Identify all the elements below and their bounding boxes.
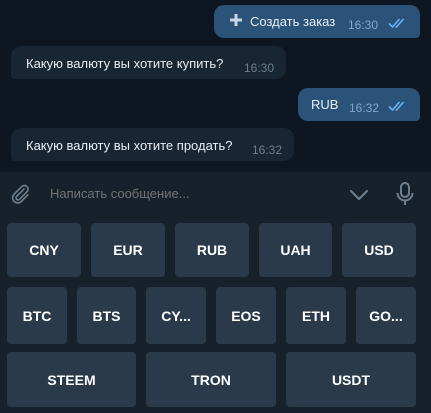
- key-go[interactable]: GO...: [356, 287, 416, 344]
- double-check-icon: [388, 101, 405, 112]
- message-text: Какую валюту вы хотите купить?: [26, 56, 224, 71]
- key-bts[interactable]: BTS: [77, 287, 136, 344]
- key-btc[interactable]: BTC: [7, 287, 67, 344]
- outgoing-message-rub[interactable]: RUB 16:32: [298, 88, 420, 121]
- outgoing-message-create-order[interactable]: Создать заказ 16:30: [214, 5, 420, 38]
- key-usdt[interactable]: USDT: [286, 352, 416, 407]
- plus-icon: [230, 14, 242, 26]
- key-tron[interactable]: TRON: [146, 352, 276, 407]
- message-time: 16:32: [349, 101, 380, 115]
- key-eos[interactable]: EOS: [216, 287, 276, 344]
- incoming-message-buy-question[interactable]: Какую валюту вы хотите купить? 16:30: [11, 46, 286, 79]
- message-text: Создать заказ: [250, 14, 336, 29]
- message-input[interactable]: [50, 186, 330, 201]
- message-time: 16:32: [252, 143, 283, 157]
- message-text: RUB: [311, 97, 339, 112]
- reply-keyboard: CNY EUR RUB UAH USD BTC BTS CY... EOS ET…: [0, 216, 431, 413]
- double-check-icon: [388, 18, 405, 29]
- key-steem[interactable]: STEEM: [7, 352, 136, 407]
- message-time: 16:30: [348, 18, 379, 32]
- incoming-message-sell-question[interactable]: Какую валюту вы хотите продать? 16:32: [11, 128, 294, 161]
- key-eth[interactable]: ETH: [286, 287, 346, 344]
- message-text: Какую валюту вы хотите продать?: [26, 138, 233, 153]
- chat-history: Создать заказ 16:30 Какую валюту вы хоти…: [0, 0, 431, 172]
- key-rub[interactable]: RUB: [175, 223, 249, 277]
- message-composer: [0, 172, 431, 216]
- key-eur[interactable]: EUR: [91, 223, 165, 277]
- key-uah[interactable]: UAH: [259, 223, 332, 277]
- key-cy[interactable]: CY...: [146, 287, 206, 344]
- key-cny[interactable]: CNY: [7, 223, 81, 277]
- paperclip-icon[interactable]: [9, 183, 31, 205]
- chevron-down-icon[interactable]: [349, 185, 369, 205]
- message-time: 16:30: [244, 61, 275, 75]
- key-usd[interactable]: USD: [342, 223, 416, 277]
- microphone-icon[interactable]: [395, 182, 415, 206]
